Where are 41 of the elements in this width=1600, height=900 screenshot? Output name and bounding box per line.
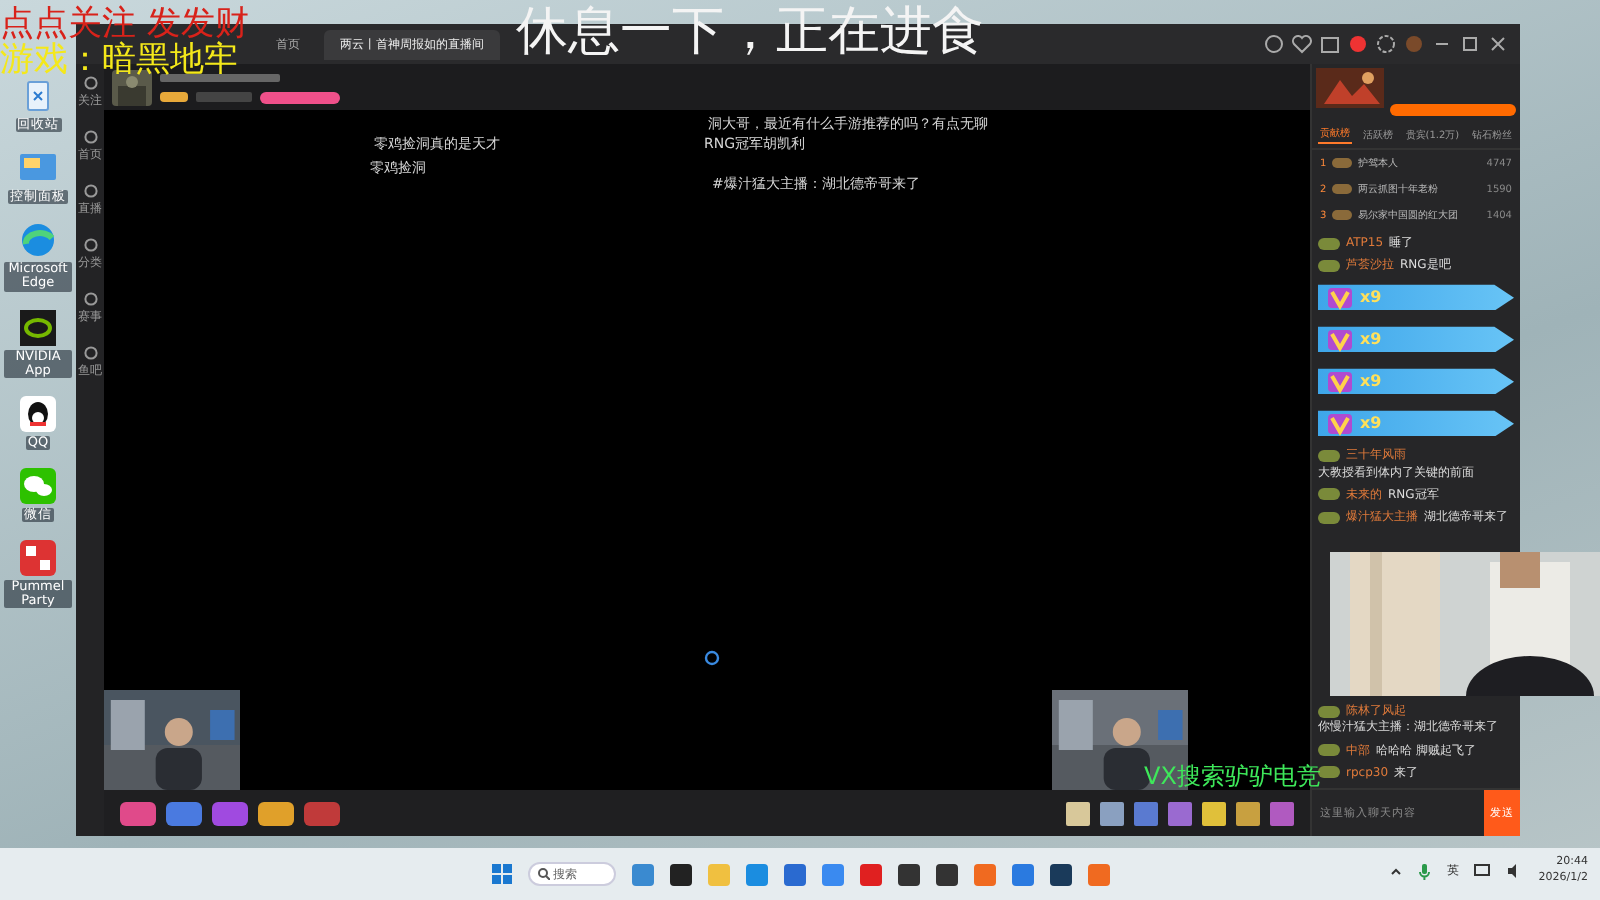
gift-count: x9 [1360, 288, 1382, 308]
message-icon[interactable] [1320, 34, 1340, 54]
level-badge [1318, 449, 1340, 462]
nvidia-icon[interactable] [18, 307, 58, 348]
app-icon[interactable] [935, 863, 957, 885]
overlay-text: VX搜索驴驴电竞 [1144, 760, 1321, 794]
level-badge [1318, 744, 1340, 757]
level-badge [1318, 259, 1340, 272]
close-icon[interactable] [1488, 34, 1508, 54]
level-badge [1318, 511, 1340, 524]
level-badge [1318, 766, 1340, 779]
fan-badge [1332, 158, 1353, 168]
notification-icon[interactable] [1348, 34, 1368, 54]
penguin-icon[interactable] [18, 393, 58, 434]
microphone-icon[interactable] [1418, 863, 1431, 880]
overlay-text: 游戏：暗黑地牢 [0, 40, 238, 82]
circle-icon [83, 346, 97, 360]
gift-count: x9 [1360, 414, 1382, 434]
monitor-icon[interactable] [1474, 864, 1491, 879]
loading-spinner-icon [704, 650, 720, 666]
ad-button[interactable] [1390, 104, 1516, 116]
heart-icon[interactable] [1292, 34, 1312, 54]
chevron-icon[interactable] [1390, 865, 1403, 878]
level-badge [1318, 705, 1340, 718]
gift-count: x9 [1360, 330, 1382, 350]
circle-icon [83, 184, 97, 198]
fan-badge [1332, 184, 1353, 194]
game-icon[interactable] [18, 538, 58, 579]
maximize-icon[interactable] [1460, 34, 1480, 54]
level-badge [1318, 237, 1340, 250]
circle-icon [83, 292, 97, 306]
circle-icon [83, 130, 97, 144]
circle-icon [83, 76, 97, 90]
gift-count: x9 [1360, 372, 1382, 392]
circle-icon [83, 238, 97, 252]
app-icon[interactable] [897, 863, 919, 885]
chat-bubbles-icon[interactable] [18, 465, 58, 506]
level-badge [1318, 488, 1340, 501]
search-icon [537, 868, 549, 880]
fan-badge [1332, 210, 1353, 220]
start-icon[interactable] [491, 864, 511, 884]
